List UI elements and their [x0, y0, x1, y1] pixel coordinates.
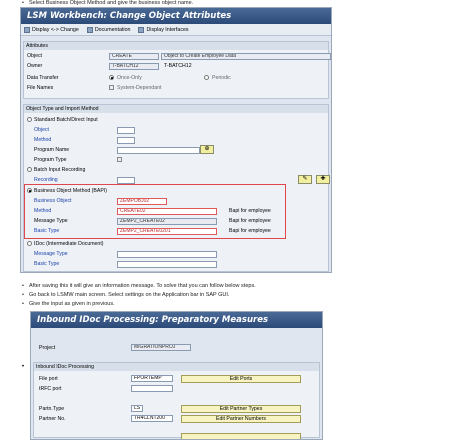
- display-interfaces-button[interactable]: Display Interfaces: [138, 26, 189, 33]
- once-only-radio[interactable]: [109, 75, 114, 80]
- recording-label: Recording: [34, 177, 58, 183]
- file-names-label: File Names: [27, 85, 54, 91]
- file-port-label: File port: [39, 376, 58, 382]
- object-label: Object: [27, 53, 42, 59]
- owner-field: T-BATCH12: [109, 63, 159, 70]
- instruction-select-bapi: Select Business Object Method and give t…: [22, 0, 193, 6]
- object-type-section: Object Type and Import Method Standard B…: [23, 104, 330, 272]
- program-type-label: Program Type: [34, 157, 67, 163]
- create-icon: ✚: [320, 176, 326, 182]
- std-object-label: Object: [34, 127, 49, 133]
- value-help-icon: ⊕: [204, 146, 210, 152]
- bapi-label: Business Object Method (BAPI): [34, 188, 107, 194]
- idoc-message-type-label: Message Type: [34, 251, 68, 257]
- inbound-section: Inbound IDoc Processing File port FPORTE…: [33, 362, 320, 439]
- message-type-field: ZEMP2_CREATE02: [117, 218, 217, 225]
- trfc-port-field[interactable]: [131, 385, 173, 392]
- partn-type-field[interactable]: LS: [131, 405, 143, 412]
- bullet-go-back: Go back to LSMW main screen. Select sett…: [22, 292, 229, 298]
- partner-no-field[interactable]: TR4CLNT200: [131, 415, 173, 422]
- project-label: Project: [39, 345, 56, 351]
- std-method-field[interactable]: [117, 137, 135, 144]
- idoc-basic-type-field[interactable]: [117, 261, 217, 268]
- recording-field[interactable]: [117, 177, 135, 184]
- partially-visible-button[interactable]: [181, 433, 301, 439]
- system-dependant-label: System-Dependant: [117, 85, 162, 91]
- business-object-label: Business Object: [34, 198, 72, 204]
- owner-description: T-BATCH12: [164, 63, 192, 69]
- partner-no-label: Partner No.: [39, 416, 66, 422]
- standard-batch-label: Standard Batch/Direct Input: [34, 117, 98, 123]
- object-field: CREATE: [109, 53, 159, 60]
- documentation-icon: [86, 26, 93, 33]
- bapi-method-desc: Bapi for employee: [229, 208, 271, 214]
- std-object-field[interactable]: [117, 127, 135, 134]
- recording-create-button[interactable]: ✚: [316, 175, 330, 184]
- bapi-method-field[interactable]: CREATE02: [117, 208, 217, 215]
- inbound-section-header: Inbound IDoc Processing: [34, 363, 319, 371]
- bapi-radio[interactable]: [27, 188, 32, 193]
- basic-type-desc: Bapi for employee: [229, 228, 271, 234]
- message-type-desc: Bapi for employee: [229, 218, 271, 224]
- project-field: MIGRATIONPROJ: [131, 344, 191, 351]
- idoc-message-type-field[interactable]: [117, 251, 217, 258]
- bullet-give-input: Give the input as given in previous.: [22, 301, 115, 307]
- program-name-label: Program Name: [34, 147, 70, 153]
- system-dependant-checkbox[interactable]: [109, 85, 114, 90]
- attributes-section: Attributes Object CREATE Object to Creat…: [23, 41, 331, 99]
- lsm-workbench-window: LSM Workbench: Change Object Attributes …: [20, 7, 332, 273]
- pencil-icon: ✎: [302, 176, 308, 182]
- pencil-glasses-icon: [24, 26, 30, 33]
- idoc-basic-type-label: Basic Type: [34, 261, 60, 267]
- business-object-field[interactable]: ZEMPOBJ02: [117, 198, 167, 205]
- std-method-label: Method: [34, 137, 52, 143]
- owner-label: Owner: [27, 63, 43, 69]
- idoc-radio[interactable]: [27, 241, 32, 246]
- standard-batch-radio[interactable]: [27, 117, 32, 122]
- periodic-label: Periodic: [212, 75, 231, 81]
- edit-partner-numbers-button[interactable]: Edit Partner Numbers: [181, 415, 301, 423]
- inbound-idoc-window: Inbound IDoc Processing: Preparatory Mea…: [30, 311, 323, 440]
- basic-type-label: Basic Type: [34, 228, 60, 234]
- basic-type-field[interactable]: ZEMP2_CREATE0201: [117, 228, 217, 235]
- recording-edit-button[interactable]: ✎: [298, 175, 312, 184]
- bullet-marker: •: [22, 364, 25, 370]
- periodic-radio[interactable]: [204, 75, 209, 80]
- message-type-label: Message Type: [34, 218, 68, 224]
- toolbar: Display <-> Change Documentation Display…: [21, 24, 331, 36]
- object-description: Object to Create Employee Data: [161, 53, 331, 60]
- window-title: LSM Workbench: Change Object Attributes: [21, 8, 331, 24]
- file-port-field[interactable]: FPORTEMP: [131, 375, 173, 382]
- documentation-button[interactable]: Documentation: [86, 26, 130, 33]
- window-title-2: Inbound IDoc Processing: Preparatory Mea…: [31, 312, 322, 328]
- program-browse-button[interactable]: ⊕: [200, 145, 214, 154]
- trfc-port-label: tRFC port: [39, 386, 62, 392]
- bullet-info-message: After saving this it will give an inform…: [22, 283, 256, 289]
- interfaces-icon: [138, 26, 145, 33]
- object-type-header: Object Type and Import Method: [24, 105, 328, 113]
- edit-partner-types-button[interactable]: Edit Partner Types: [181, 405, 301, 413]
- partn-type-label: Partn.Type: [39, 406, 65, 412]
- display-change-button[interactable]: Display <-> Change: [24, 26, 79, 33]
- attributes-header: Attributes: [24, 42, 328, 50]
- once-only-label: Once-Only: [117, 75, 142, 81]
- bapi-method-label: Method: [34, 208, 52, 214]
- program-name-field[interactable]: [117, 147, 200, 154]
- program-type-checkbox[interactable]: [117, 157, 122, 162]
- batch-input-recording-radio[interactable]: [27, 167, 32, 172]
- edit-ports-button[interactable]: Edit Ports: [181, 375, 301, 383]
- batch-input-recording-label: Batch Input Recording: [34, 167, 86, 173]
- data-transfer-label: Data Transfer: [27, 75, 59, 81]
- idoc-label: IDoc (Intermediate Document): [34, 241, 104, 247]
